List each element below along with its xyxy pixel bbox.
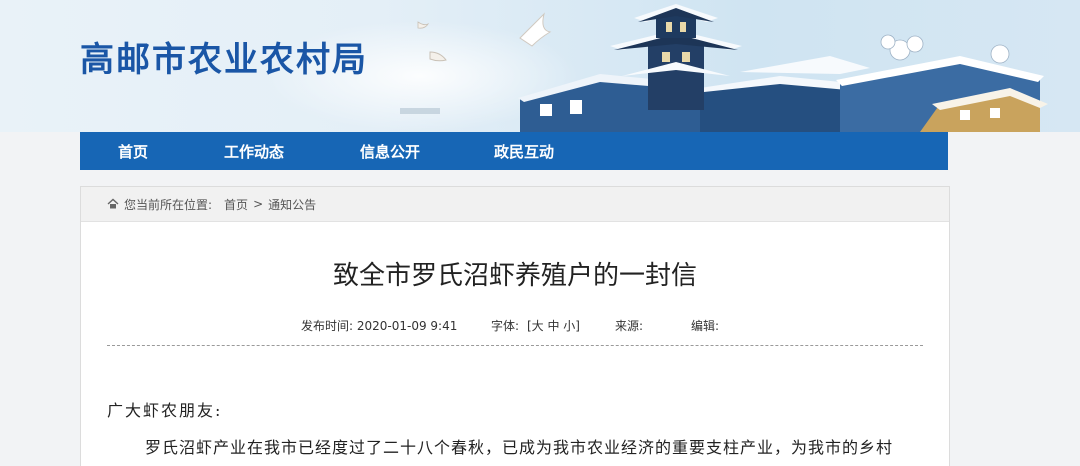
letter-greeting: 广大虾农朋友: [107,401,223,420]
nav-item-public-interaction[interactable]: 政民互动 [494,141,554,162]
source-label: 来源: [615,319,644,333]
main-nav: 首页 工作动态 信息公开 政民互动 [80,132,948,170]
publish-time: 发布时间: 2020-01-09 9:41 [301,319,458,333]
article-paragraph: 罗氏沼虾产业在我市已经度过了二十八个春秋，已成为我市农业经济的重要支柱产业，为我… [145,438,894,457]
breadcrumb-notices-link[interactable]: 通知公告 [268,196,316,213]
font-size-label: 字体: [491,319,520,333]
home-icon [107,198,119,209]
font-size-switcher[interactable]: [大 中 小] [527,317,580,334]
meta-divider [107,345,923,346]
nav-item-home[interactable]: 首页 [118,141,148,162]
editor-label: 编辑: [691,319,720,333]
nav-item-info-disclosure[interactable]: 信息公开 [360,141,420,162]
distant-skyline [400,108,440,114]
site-banner: 高邮市农业农村局 [0,0,1080,132]
breadcrumb-prefix: 您当前所在位置: [124,197,213,212]
article-title: 致全市罗氏沼虾养殖户的一封信 [332,261,697,291]
dove-icons [417,12,552,62]
nav-item-work-news[interactable]: 工作动态 [224,141,284,162]
breadcrumb-home-link[interactable]: 首页 [224,196,248,213]
breadcrumb: 您当前所在位置: 首页 > 通知公告 [81,187,949,222]
article-panel: 您当前所在位置: 首页 > 通知公告 致全市罗氏沼虾养殖户的一封信 发布时间: … [80,186,950,466]
snowy-trees [880,34,1010,64]
site-title: 高邮市农业农村局 [80,40,368,80]
snowy-rooftops [518,56,1048,132]
breadcrumb-separator: > [253,197,264,211]
banner-scenery-illustration [400,4,1048,132]
